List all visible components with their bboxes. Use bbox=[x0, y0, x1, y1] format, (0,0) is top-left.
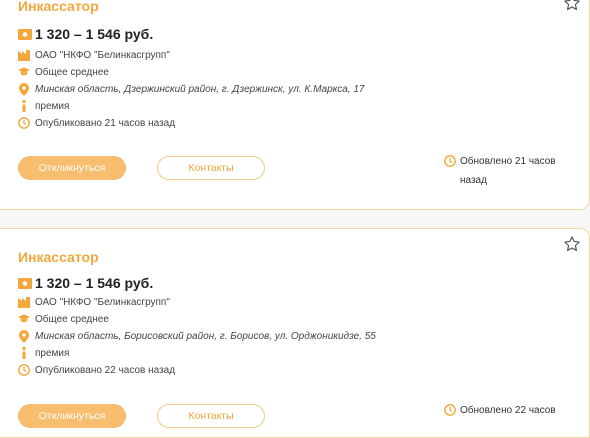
updated-text: Обновлено 21 часов назад bbox=[460, 156, 556, 186]
vacancy-card: Инкассатор 1 320 – 1 546 руб. ОАО "НКФО … bbox=[0, 0, 590, 210]
company-row: ОАО "НКФО "Белинкасгрупп" bbox=[18, 49, 170, 61]
education-row: Общее среднее bbox=[18, 66, 109, 78]
salary-value: 1 320 – 1 546 руб. bbox=[35, 26, 154, 42]
respond-button[interactable]: Откликнуться bbox=[18, 404, 126, 428]
salary-row: 1 320 – 1 546 руб. bbox=[18, 26, 153, 42]
company-name[interactable]: ОАО "НКФО "Белинкасгрупп" bbox=[35, 50, 170, 61]
published-row: Опубликовано 21 часов назад bbox=[18, 117, 175, 129]
education-text: Общее среднее bbox=[35, 66, 109, 78]
star-icon[interactable] bbox=[563, 0, 581, 12]
published-row: Опубликовано 22 часов назад bbox=[18, 364, 175, 376]
building-icon bbox=[18, 296, 30, 308]
published-text: Опубликовано 22 часов назад bbox=[35, 364, 176, 376]
respond-button[interactable]: Откликнуться bbox=[18, 156, 126, 180]
updated-info: Обновлено 21 часов назад bbox=[444, 152, 570, 190]
money-icon bbox=[18, 28, 32, 40]
updated-text: Обновлено 22 часов bbox=[460, 405, 556, 416]
updated-info: Обновлено 22 часов bbox=[444, 401, 570, 420]
location-text: Минская область, Дзержинский район, г. Д… bbox=[35, 83, 365, 95]
contacts-button[interactable]: Контакты bbox=[157, 404, 265, 428]
salary-value: 1 320 – 1 546 руб. bbox=[35, 275, 154, 291]
graduation-cap-icon bbox=[18, 313, 30, 325]
location-row: Минская область, Дзержинский район, г. Д… bbox=[18, 82, 365, 96]
location-pin-icon bbox=[18, 82, 30, 96]
graduation-cap-icon bbox=[18, 66, 30, 78]
clock-icon bbox=[18, 364, 30, 376]
bonus-row: премия bbox=[18, 100, 69, 112]
clock-icon bbox=[18, 117, 30, 129]
contacts-button[interactable]: Контакты bbox=[157, 156, 265, 180]
published-text: Опубликовано 21 часов назад bbox=[35, 117, 176, 129]
education-row: Общее среднее bbox=[18, 313, 109, 325]
building-icon bbox=[18, 49, 30, 61]
clock-icon bbox=[444, 404, 456, 416]
vacancy-title[interactable]: Инкассатор bbox=[18, 0, 99, 14]
money-icon bbox=[18, 277, 32, 289]
company-row: ОАО "НКФО "Белинкасгрупп" bbox=[18, 296, 170, 308]
education-text: Общее среднее bbox=[35, 313, 109, 325]
bonus-text: премия bbox=[35, 347, 70, 359]
vacancy-title[interactable]: Инкассатор bbox=[18, 249, 99, 265]
company-name[interactable]: ОАО "НКФО "Белинкасгрупп" bbox=[35, 297, 170, 308]
location-row: Минская область, Борисовский район, г. Б… bbox=[18, 329, 376, 343]
salary-row: 1 320 – 1 546 руб. bbox=[18, 275, 153, 291]
info-icon bbox=[18, 347, 30, 359]
vacancy-card: Инкассатор 1 320 – 1 546 руб. ОАО "НКФО … bbox=[0, 228, 590, 438]
bonus-text: премия bbox=[35, 100, 70, 112]
bonus-row: премия bbox=[18, 347, 69, 359]
clock-icon bbox=[444, 155, 456, 167]
info-icon bbox=[18, 100, 30, 112]
star-icon[interactable] bbox=[563, 235, 581, 253]
location-text: Минская область, Борисовский район, г. Б… bbox=[35, 330, 376, 342]
location-pin-icon bbox=[18, 329, 30, 343]
